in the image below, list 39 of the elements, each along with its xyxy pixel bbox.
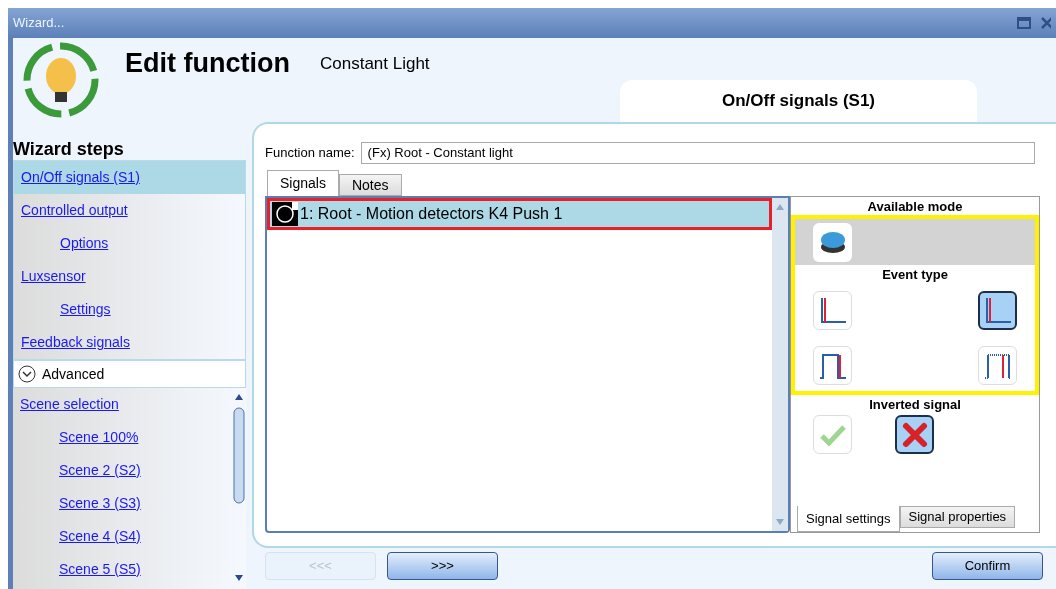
chevron-circle-icon <box>18 365 36 383</box>
lightbulb-cycle-icon <box>21 40 101 120</box>
wizard-step-link[interactable]: Scene 100% <box>59 427 139 448</box>
wizard-step-link[interactable]: Scene 5 (S5) <box>59 559 141 580</box>
cross-icon <box>900 420 929 449</box>
push-button-mode[interactable] <box>813 222 852 262</box>
tab[interactable]: Signals <box>267 170 339 196</box>
wizard-step-link[interactable]: Settings <box>60 299 111 320</box>
wizard-button[interactable]: >>> <box>387 552 498 580</box>
rise-left-filled-option[interactable] <box>978 291 1017 330</box>
window-title: Wizard... <box>13 14 65 33</box>
wizard-step-link[interactable]: Feedback signals <box>21 332 130 353</box>
advanced-toggle[interactable]: Advanced <box>13 360 246 388</box>
function-name-field[interactable]: (Fx) Root - Constant light <box>360 142 1035 164</box>
wizard-step-link[interactable]: Scene 4 (S4) <box>59 526 141 547</box>
function-type: Constant Light <box>319 53 430 75</box>
scrollbar[interactable] <box>772 198 788 531</box>
tab[interactable]: Signal settings <box>797 506 900 532</box>
rise-left-option[interactable] <box>813 291 852 330</box>
wizard-step-link[interactable]: Luxsensor <box>21 266 86 287</box>
tab[interactable]: Notes <box>338 174 402 196</box>
wizard-button[interactable]: Confirm <box>932 552 1043 580</box>
sensor-icon <box>272 202 298 226</box>
maximize-icon[interactable] <box>1017 17 1031 29</box>
section-heading: Event type <box>881 266 949 284</box>
signal-row[interactable]: 1: Root - Motion detectors K4 Push 1 <box>267 198 772 230</box>
wizard-step-link[interactable]: Scene 2 (S2) <box>59 460 141 481</box>
section-heading: Inverted signal <box>868 396 962 414</box>
wizard-step-link[interactable]: Controlled output <box>21 200 128 221</box>
function-name-label: Function name: <box>265 144 355 163</box>
wizard-step-link[interactable]: Scene 3 (S3) <box>59 493 141 514</box>
section-heading: Available mode <box>866 198 964 215</box>
wizard-step-link[interactable]: Options <box>60 233 109 254</box>
tab[interactable]: Signal properties <box>899 506 1016 528</box>
page-title: Edit function <box>125 47 290 80</box>
close-icon[interactable] <box>1041 17 1051 29</box>
wizard-step-link[interactable]: Scene selection <box>20 394 119 415</box>
signal-label: 1: Root - Motion detectors K4 Push 1 <box>300 204 563 224</box>
sidebar-heading: Wizard steps <box>13 138 125 160</box>
